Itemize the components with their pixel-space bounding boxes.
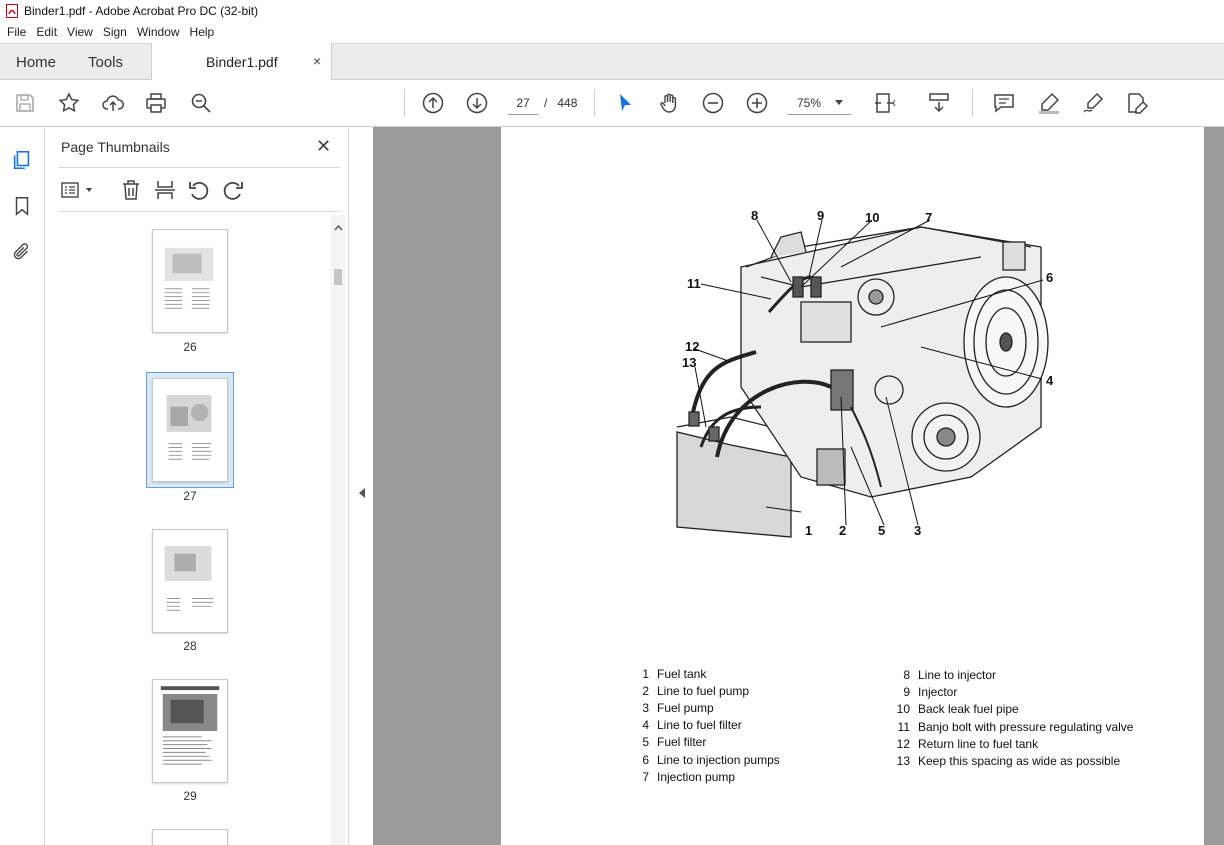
- edit-pdf-icon[interactable]: [1124, 90, 1150, 116]
- scroll-up-icon[interactable]: [334, 225, 343, 231]
- select-cursor-icon[interactable]: [612, 90, 638, 116]
- tab-document-label: Binder1.pdf: [206, 54, 278, 70]
- insert-page-icon[interactable]: [153, 178, 177, 202]
- menu-file[interactable]: File: [2, 25, 31, 39]
- close-tab-icon[interactable]: ×: [313, 53, 321, 69]
- thumbnail-page-27[interactable]: [152, 378, 228, 482]
- upload-cloud-icon[interactable]: [100, 90, 126, 116]
- zoom-out-icon[interactable]: [700, 90, 726, 116]
- callout-label: 11: [687, 276, 701, 291]
- callout-label: 5: [878, 523, 886, 538]
- left-rail: [0, 127, 45, 845]
- scrollbar-thumb[interactable]: [334, 269, 342, 285]
- tab-document[interactable]: Binder1.pdf ×: [151, 43, 332, 81]
- tab-home[interactable]: Home: [16, 44, 56, 80]
- thumbnail-scrollbar[interactable]: [331, 215, 345, 845]
- menu-help[interactable]: Help: [185, 25, 220, 39]
- page-total: / 448: [544, 96, 577, 110]
- callout-label: 1: [805, 523, 813, 538]
- panel-divider: [59, 167, 340, 168]
- search-zoom-icon[interactable]: [188, 90, 214, 116]
- bookmarks-icon[interactable]: [10, 193, 34, 219]
- menu-bar: File Edit View Sign Window Help: [0, 22, 1224, 42]
- bookmark-star-icon[interactable]: [56, 90, 82, 116]
- thumbnail-label: 28: [183, 639, 197, 653]
- page-thumbnails-panel: Page Thumbnails ✕ 26 27 28 29: [45, 127, 348, 845]
- callout-label: 4: [1046, 373, 1054, 388]
- toolbar-separator: [594, 89, 595, 117]
- callout-label: 8: [751, 208, 759, 223]
- toolbar-separator: [404, 89, 405, 117]
- callout-label: 10: [865, 210, 880, 225]
- thumbnail-page-26[interactable]: [152, 229, 228, 333]
- legend-right: 8 Line to injector 9 Injector 10 Back leak …: [896, 668, 1134, 768]
- tab-bar: Home Tools Binder1.pdf ×: [0, 43, 1224, 81]
- close-panel-icon[interactable]: ✕: [316, 136, 331, 157]
- toolbar-separator: [972, 89, 973, 117]
- menu-sign[interactable]: Sign: [98, 25, 132, 39]
- acrobat-logo-icon: [6, 4, 18, 18]
- callout-label: 2: [839, 523, 847, 538]
- document-viewer[interactable]: 8 9 10 7 11 6 12 13 4 1 2 5 3 1 Fuel tank…: [373, 127, 1224, 845]
- highlight-pen-icon[interactable]: [1036, 90, 1062, 116]
- callout-label: 6: [1046, 270, 1054, 285]
- main-toolbar: [0, 80, 1224, 127]
- rotate-counterclockwise-icon[interactable]: [187, 178, 211, 202]
- chevron-down-icon[interactable]: [835, 100, 843, 105]
- legend-left: 1 Fuel tank 2 Line to fuel pump 3 Fuel pump…: [642, 667, 780, 784]
- thumbnail-label: 26: [183, 340, 197, 354]
- thumbnail-label: 27: [183, 489, 197, 503]
- delete-trash-icon[interactable]: [119, 178, 143, 202]
- previous-page-icon[interactable]: [420, 90, 446, 116]
- save-icon[interactable]: [12, 90, 38, 116]
- page-thumbnails-icon[interactable]: [10, 147, 34, 173]
- callout-label: 3: [914, 523, 922, 538]
- zoom-in-icon[interactable]: [744, 90, 770, 116]
- panel-title: Page Thumbnails: [61, 139, 170, 155]
- rotate-clockwise-icon[interactable]: [221, 178, 245, 202]
- menu-edit[interactable]: Edit: [31, 25, 62, 39]
- page-total-count: 448: [557, 96, 578, 110]
- page-separator: /: [544, 96, 548, 110]
- menu-view[interactable]: View: [62, 25, 98, 39]
- panel-collapse-splitter[interactable]: [348, 127, 373, 845]
- collapse-left-icon[interactable]: [359, 488, 365, 498]
- thumbnail-page-28[interactable]: [152, 529, 228, 633]
- window-title: Binder1.pdf - Adobe Acrobat Pro DC (32-b…: [24, 4, 259, 18]
- attachments-paperclip-icon[interactable]: [10, 239, 34, 265]
- thumbnail-label: 29: [183, 789, 197, 803]
- panel-divider: [59, 211, 340, 212]
- page-fit-icon[interactable]: [872, 90, 898, 116]
- thumbnail-options-icon[interactable]: [59, 178, 95, 202]
- thumbnail-page-30[interactable]: [152, 829, 228, 845]
- pdf-page: 8 9 10 7 11 6 12 13 4 1 2 5 3 1 Fuel tank…: [501, 127, 1204, 845]
- callout-label: 13: [682, 355, 697, 370]
- callout-label: 9: [817, 208, 825, 223]
- print-icon[interactable]: [143, 90, 169, 116]
- hand-tool-icon[interactable]: [656, 90, 682, 116]
- draw-sign-icon[interactable]: [1080, 90, 1106, 116]
- comment-icon[interactable]: [991, 90, 1017, 116]
- title-bar: Binder1.pdf - Adobe Acrobat Pro DC (32-b…: [0, 0, 1224, 22]
- scroll-mode-icon[interactable]: [926, 90, 952, 116]
- callout-label: 7: [925, 210, 933, 225]
- tab-tools[interactable]: Tools: [88, 44, 123, 80]
- thumbnail-page-29[interactable]: [152, 679, 228, 783]
- callout-label: 12: [685, 339, 700, 354]
- next-page-icon[interactable]: [464, 90, 490, 116]
- thumbnail-list: 26 27 28 29: [45, 215, 335, 845]
- engine-fuel-system-illustration: [676, 219, 1049, 538]
- menu-window[interactable]: Window: [132, 25, 185, 39]
- page-number-input[interactable]: 27: [508, 91, 538, 115]
